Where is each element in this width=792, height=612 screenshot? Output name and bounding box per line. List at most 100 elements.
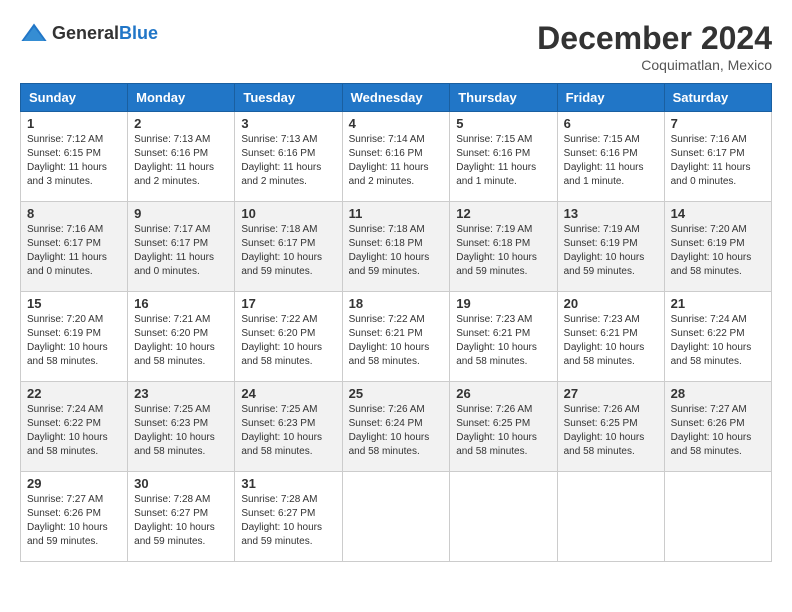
day-info: Sunrise: 7:16 AMSunset: 6:17 PMDaylight:… <box>671 133 765 189</box>
calendar-week-row: 8 Sunrise: 7:16 AMSunset: 6:17 PMDaylight… <box>21 202 772 292</box>
day-info: Sunrise: 7:14 AMSunset: 6:16 PMDaylight:… <box>349 133 444 189</box>
col-thursday: Thursday <box>450 84 557 112</box>
table-row <box>664 472 771 562</box>
calendar-week-row: 22 Sunrise: 7:24 AMSunset: 6:22 PMDayligh… <box>21 382 772 472</box>
col-sunday: Sunday <box>21 84 128 112</box>
logo-icon <box>20 20 48 48</box>
table-row: 2 Sunrise: 7:13 AMSunset: 6:16 PMDaylight… <box>128 112 235 202</box>
day-number: 18 <box>349 296 444 311</box>
day-number: 14 <box>671 206 765 221</box>
day-info: Sunrise: 7:25 AMSunset: 6:23 PMDaylight:… <box>241 403 335 459</box>
table-row <box>342 472 450 562</box>
calendar: Sunday Monday Tuesday Wednesday Thursday… <box>20 83 772 562</box>
day-number: 24 <box>241 386 335 401</box>
day-info: Sunrise: 7:21 AMSunset: 6:20 PMDaylight:… <box>134 313 228 369</box>
table-row <box>557 472 664 562</box>
col-friday: Friday <box>557 84 664 112</box>
day-number: 31 <box>241 476 335 491</box>
col-wednesday: Wednesday <box>342 84 450 112</box>
day-number: 29 <box>27 476 121 491</box>
table-row: 28Sunrise: 7:27 AMSunset: 6:26 PMDayligh… <box>664 382 771 472</box>
table-row: 27 Sunrise: 7:26 AMSunset: 6:25 PMDayligh… <box>557 382 664 472</box>
calendar-week-row: 1 Sunrise: 7:12 AMSunset: 6:15 PMDaylight… <box>21 112 772 202</box>
title-area: December 2024 Coquimatlan, Mexico <box>537 20 772 73</box>
table-row: 22 Sunrise: 7:24 AMSunset: 6:22 PMDayligh… <box>21 382 128 472</box>
day-number: 8 <box>27 206 121 221</box>
table-row: 30 Sunrise: 7:28 AMSunset: 6:27 PMDayligh… <box>128 472 235 562</box>
calendar-week-row: 29 Sunrise: 7:27 AMSunset: 6:26 PMDayligh… <box>21 472 772 562</box>
day-info: Sunrise: 7:13 AMSunset: 6:16 PMDaylight:… <box>241 133 335 189</box>
day-info: Sunrise: 7:17 AMSunset: 6:17 PMDaylight:… <box>134 223 228 279</box>
day-info: Sunrise: 7:25 AMSunset: 6:23 PMDaylight:… <box>134 403 228 459</box>
day-info: Sunrise: 7:12 AMSunset: 6:15 PMDaylight:… <box>27 133 121 189</box>
table-row: 5 Sunrise: 7:15 AMSunset: 6:16 PMDaylight… <box>450 112 557 202</box>
table-row: 13 Sunrise: 7:19 AMSunset: 6:19 PMDayligh… <box>557 202 664 292</box>
day-number: 11 <box>349 206 444 221</box>
day-number: 2 <box>134 116 228 131</box>
day-number: 5 <box>456 116 550 131</box>
col-monday: Monday <box>128 84 235 112</box>
table-row: 1 Sunrise: 7:12 AMSunset: 6:15 PMDaylight… <box>21 112 128 202</box>
day-number: 1 <box>27 116 121 131</box>
day-number: 25 <box>349 386 444 401</box>
day-info: Sunrise: 7:24 AMSunset: 6:22 PMDaylight:… <box>671 313 765 369</box>
day-info: Sunrise: 7:16 AMSunset: 6:17 PMDaylight:… <box>27 223 121 279</box>
day-number: 19 <box>456 296 550 311</box>
day-info: Sunrise: 7:27 AMSunset: 6:26 PMDaylight:… <box>671 403 765 459</box>
table-row <box>450 472 557 562</box>
table-row: 19 Sunrise: 7:23 AMSunset: 6:21 PMDayligh… <box>450 292 557 382</box>
table-row: 21Sunrise: 7:24 AMSunset: 6:22 PMDayligh… <box>664 292 771 382</box>
table-row: 6Sunrise: 7:15 AMSunset: 6:16 PMDaylight… <box>557 112 664 202</box>
day-info: Sunrise: 7:26 AMSunset: 6:24 PMDaylight:… <box>349 403 444 459</box>
col-tuesday: Tuesday <box>235 84 342 112</box>
day-number: 13 <box>564 206 658 221</box>
day-info: Sunrise: 7:15 AMSunset: 6:16 PMDaylight:… <box>456 133 550 189</box>
day-number: 12 <box>456 206 550 221</box>
table-row: 26Sunrise: 7:26 AMSunset: 6:25 PMDayligh… <box>450 382 557 472</box>
table-row: 8 Sunrise: 7:16 AMSunset: 6:17 PMDaylight… <box>21 202 128 292</box>
day-number: 27 <box>564 386 658 401</box>
calendar-week-row: 15Sunrise: 7:20 AMSunset: 6:19 PMDayligh… <box>21 292 772 382</box>
day-number: 20 <box>564 296 658 311</box>
day-info: Sunrise: 7:22 AMSunset: 6:20 PMDaylight:… <box>241 313 335 369</box>
table-row: 17Sunrise: 7:22 AMSunset: 6:20 PMDayligh… <box>235 292 342 382</box>
table-row: 12Sunrise: 7:19 AMSunset: 6:18 PMDayligh… <box>450 202 557 292</box>
day-info: Sunrise: 7:20 AMSunset: 6:19 PMDaylight:… <box>27 313 121 369</box>
day-info: Sunrise: 7:28 AMSunset: 6:27 PMDaylight:… <box>241 493 335 549</box>
day-number: 22 <box>27 386 121 401</box>
month-title: December 2024 <box>537 20 772 57</box>
header: GeneralBlue December 2024 Coquimatlan, M… <box>20 20 772 73</box>
day-number: 6 <box>564 116 658 131</box>
day-info: Sunrise: 7:20 AMSunset: 6:19 PMDaylight:… <box>671 223 765 279</box>
day-info: Sunrise: 7:23 AMSunset: 6:21 PMDaylight:… <box>564 313 658 369</box>
day-info: Sunrise: 7:26 AMSunset: 6:25 PMDaylight:… <box>456 403 550 459</box>
calendar-header-row: Sunday Monday Tuesday Wednesday Thursday… <box>21 84 772 112</box>
location: Coquimatlan, Mexico <box>537 57 772 73</box>
day-info: Sunrise: 7:27 AMSunset: 6:26 PMDaylight:… <box>27 493 121 549</box>
table-row: 10Sunrise: 7:18 AMSunset: 6:17 PMDayligh… <box>235 202 342 292</box>
day-number: 4 <box>349 116 444 131</box>
day-info: Sunrise: 7:13 AMSunset: 6:16 PMDaylight:… <box>134 133 228 189</box>
logo-text-blue: Blue <box>119 23 158 43</box>
day-number: 3 <box>241 116 335 131</box>
day-info: Sunrise: 7:19 AMSunset: 6:19 PMDaylight:… <box>564 223 658 279</box>
logo: GeneralBlue <box>20 20 158 48</box>
table-row: 24 Sunrise: 7:25 AMSunset: 6:23 PMDayligh… <box>235 382 342 472</box>
table-row: 29 Sunrise: 7:27 AMSunset: 6:26 PMDayligh… <box>21 472 128 562</box>
day-info: Sunrise: 7:23 AMSunset: 6:21 PMDaylight:… <box>456 313 550 369</box>
day-info: Sunrise: 7:28 AMSunset: 6:27 PMDaylight:… <box>134 493 228 549</box>
logo-text-general: General <box>52 23 119 43</box>
table-row: 4 Sunrise: 7:14 AMSunset: 6:16 PMDaylight… <box>342 112 450 202</box>
table-row: 14 Sunrise: 7:20 AMSunset: 6:19 PMDayligh… <box>664 202 771 292</box>
day-number: 7 <box>671 116 765 131</box>
table-row: 18 Sunrise: 7:22 AMSunset: 6:21 PMDayligh… <box>342 292 450 382</box>
day-info: Sunrise: 7:22 AMSunset: 6:21 PMDaylight:… <box>349 313 444 369</box>
day-info: Sunrise: 7:24 AMSunset: 6:22 PMDaylight:… <box>27 403 121 459</box>
col-saturday: Saturday <box>664 84 771 112</box>
table-row: 15Sunrise: 7:20 AMSunset: 6:19 PMDayligh… <box>21 292 128 382</box>
table-row: 25 Sunrise: 7:26 AMSunset: 6:24 PMDayligh… <box>342 382 450 472</box>
day-number: 30 <box>134 476 228 491</box>
day-info: Sunrise: 7:26 AMSunset: 6:25 PMDaylight:… <box>564 403 658 459</box>
day-info: Sunrise: 7:18 AMSunset: 6:18 PMDaylight:… <box>349 223 444 279</box>
table-row: 3 Sunrise: 7:13 AMSunset: 6:16 PMDaylight… <box>235 112 342 202</box>
